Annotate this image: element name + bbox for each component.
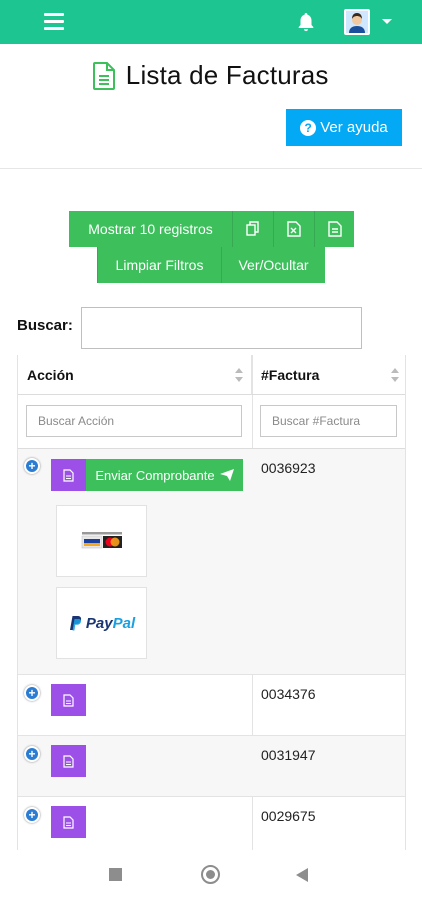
bell-icon[interactable] (297, 12, 315, 32)
system-nav-bar (0, 850, 422, 900)
invoice-number: 0031947 (261, 747, 316, 763)
pdf-file-icon (327, 221, 342, 237)
paypal-icon (69, 616, 81, 631)
clear-filters-button[interactable]: Limpiar Filtros (97, 247, 221, 283)
invoice-number: 0029675 (261, 808, 316, 824)
file-icon (63, 815, 74, 829)
copy-icon (246, 221, 259, 236)
user-avatar (344, 9, 370, 35)
invoice-number: 0034376 (261, 686, 316, 702)
home-icon[interactable] (201, 865, 220, 884)
filter-row (18, 395, 405, 449)
table-row: + 0031947 (18, 736, 405, 797)
copy-button[interactable] (232, 211, 273, 247)
column-header-invoice[interactable]: #Factura (252, 355, 405, 395)
sort-icon[interactable] (391, 368, 399, 382)
document-icon (93, 61, 116, 90)
show-records-label: Mostrar 10 registros (88, 221, 213, 237)
page-header: Lista de Facturas (0, 60, 422, 96)
excel-button[interactable] (273, 211, 314, 247)
file-icon (63, 693, 74, 707)
send-receipt-button[interactable]: Enviar Comprobante (86, 459, 243, 491)
view-document-button[interactable] (51, 459, 86, 491)
excel-file-icon (287, 221, 301, 237)
expand-row-icon[interactable]: + (24, 685, 40, 701)
toggle-columns-button[interactable]: Ver/Ocultar (221, 247, 325, 283)
user-menu[interactable] (344, 9, 392, 35)
table-row: + Enviar Comprobante 0036923 PayPal (18, 449, 405, 675)
column-header-label: Acción (27, 366, 74, 383)
invoices-table: Acción #Factura + Enviar Comprobante 003… (17, 355, 406, 850)
paper-plane-icon (219, 469, 234, 481)
view-document-button[interactable] (51, 684, 86, 716)
column-header-label: #Factura (261, 366, 320, 383)
expand-row-icon[interactable]: + (24, 458, 40, 474)
clear-filters-label: Limpiar Filtros (115, 257, 204, 273)
invoice-filter-input[interactable] (260, 405, 397, 437)
top-app-bar (0, 0, 422, 44)
action-filter-input[interactable] (26, 405, 242, 437)
visa-mastercard-logo (79, 530, 124, 552)
help-icon: ? (300, 119, 317, 136)
send-receipt-label: Enviar Comprobante (95, 467, 215, 483)
view-document-button[interactable] (51, 745, 86, 777)
page-title: Lista de Facturas (125, 60, 329, 90)
pdf-button[interactable] (314, 211, 354, 247)
back-icon[interactable] (296, 868, 308, 882)
expand-row-icon[interactable]: + (24, 746, 40, 762)
search-input[interactable] (81, 307, 362, 349)
table-row: + 0034376 (18, 675, 405, 736)
file-icon (63, 468, 74, 482)
expand-row-icon[interactable]: + (24, 807, 40, 823)
search-label: Buscar: (17, 317, 73, 334)
help-button[interactable]: ? Ver ayuda (286, 109, 402, 146)
table-row: + 0029675 (18, 797, 405, 850)
invoice-number: 0036923 (261, 460, 316, 476)
help-button-label: Ver ayuda (320, 119, 388, 136)
divider (0, 168, 422, 169)
paypal-payment-option[interactable]: PayPal (56, 587, 147, 659)
card-payment-option[interactable] (56, 505, 147, 577)
view-document-button[interactable] (51, 806, 86, 838)
menu-icon[interactable] (44, 13, 64, 31)
recent-apps-icon[interactable] (109, 868, 122, 881)
toggle-columns-label: Ver/Ocultar (238, 257, 309, 273)
show-records-button[interactable]: Mostrar 10 registros (69, 211, 232, 247)
sort-icon[interactable] (235, 368, 243, 382)
paypal-logo-text: PayPal (85, 614, 136, 632)
column-header-action[interactable]: Acción (18, 355, 252, 395)
file-icon (63, 754, 74, 768)
chevron-down-icon (382, 19, 392, 24)
